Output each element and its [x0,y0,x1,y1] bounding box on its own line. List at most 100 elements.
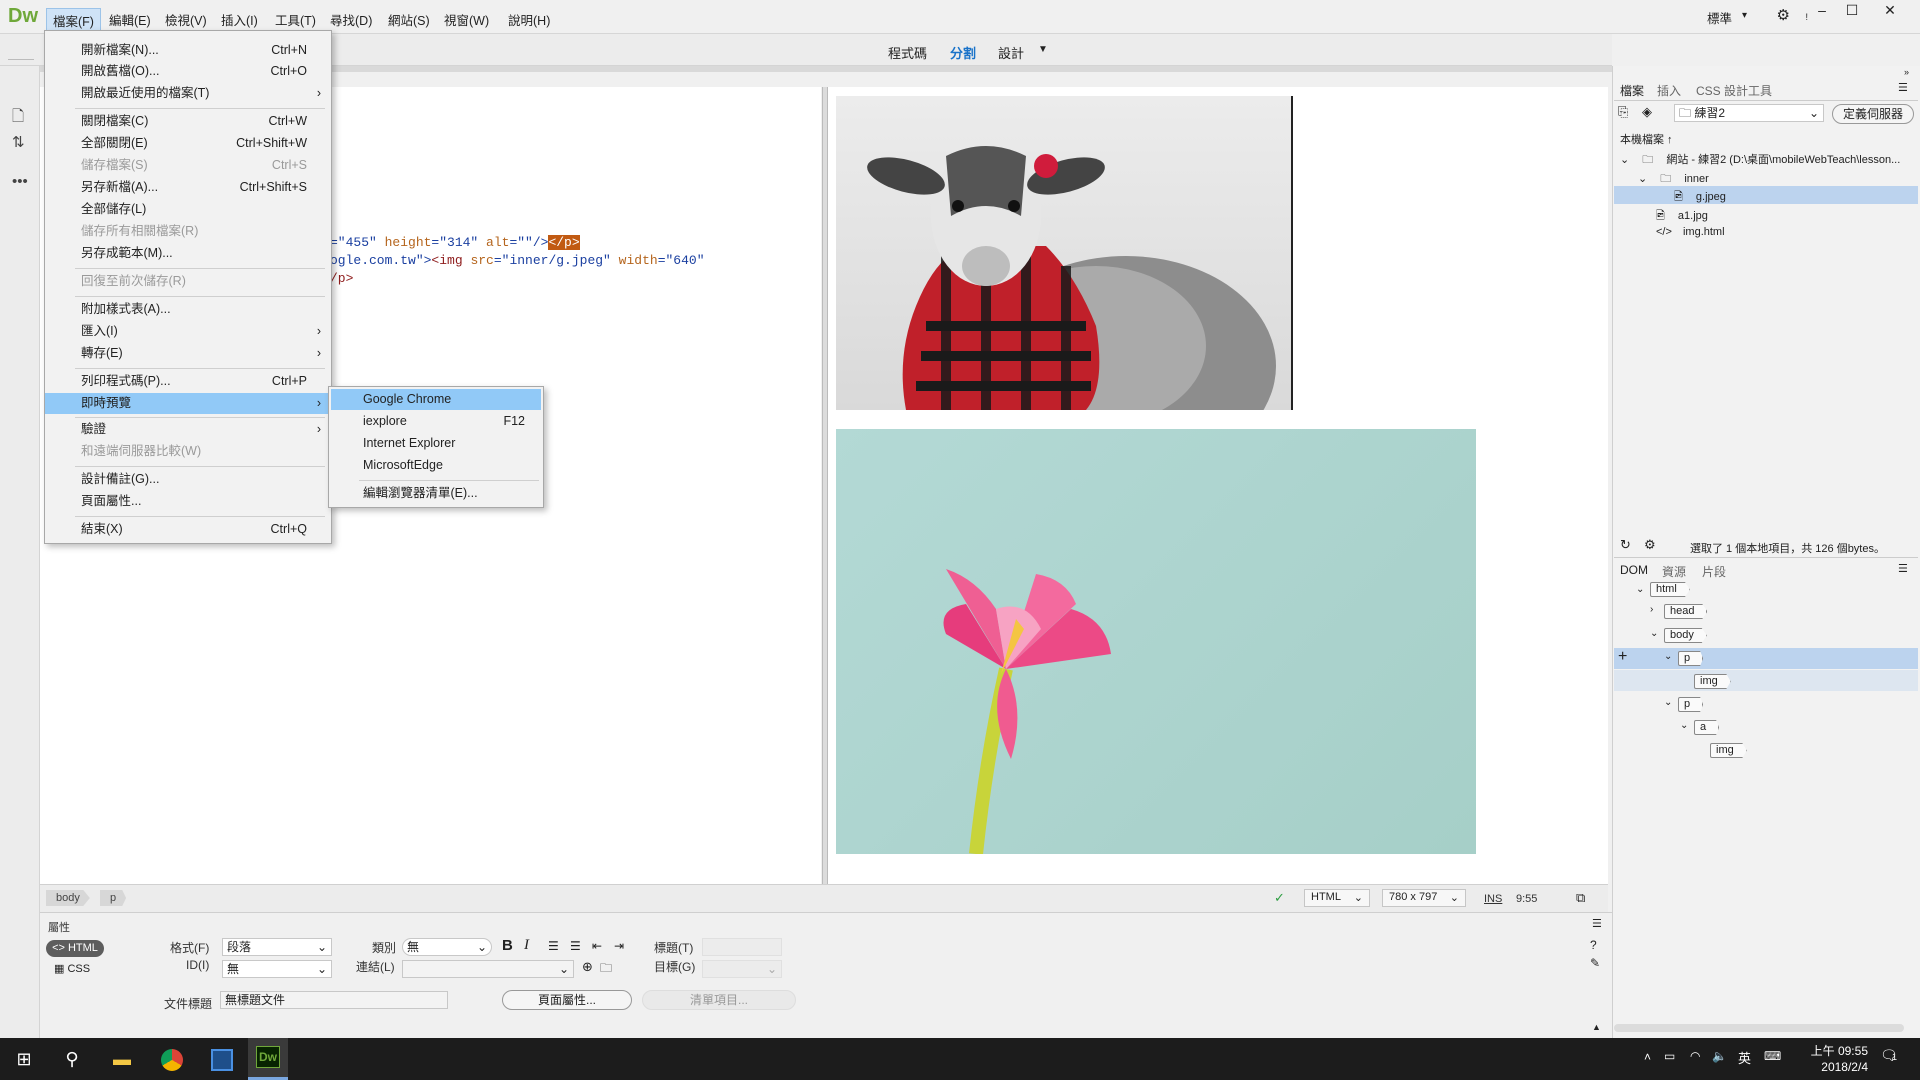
taskbar-clock[interactable]: 上午 09:55 2018/2/4 [1811,1043,1868,1075]
dom-node-p[interactable]: p [1678,697,1704,712]
document-type-select[interactable]: HTML ⌄ [1304,889,1370,907]
list-item-button[interactable]: 清單項目... [642,990,796,1010]
unordered-list-icon[interactable]: ☰ [548,939,559,953]
menu-item-close[interactable]: 關閉檔案(C) Ctrl+W [45,111,331,132]
wifi-icon[interactable]: ◠ [1690,1049,1700,1063]
menu-site[interactable]: 網站(S) [382,8,436,31]
heading-input[interactable] [702,938,782,956]
menu-help[interactable]: 說明(H) [502,8,556,31]
battery-icon[interactable]: ▭ [1664,1049,1675,1063]
workspace-switcher[interactable]: 標準 [1707,8,1732,27]
site-root-row[interactable]: ⌄ 🗀 網站 - 練習2 (D:\桌面\mobileWebTeach\lesso… [1620,151,1918,170]
menu-item-export[interactable]: 轉存(E) › [45,343,331,364]
search-icon[interactable]: ⚲ [52,1042,92,1076]
more-icon[interactable]: ••• [12,173,28,190]
class-select[interactable]: 無 ⌄ [402,938,492,956]
panel-menu-icon[interactable]: ☰ [1898,562,1908,575]
collapse-icon[interactable]: ⌄ [1664,697,1672,708]
connect-icon[interactable]: ⎘ [1618,104,1628,120]
code-line-3[interactable]: /p> [330,271,353,286]
tab-design[interactable]: 設計 [998,43,1024,62]
collapse-icon[interactable]: ⌄ [1680,720,1688,731]
collapse-icon[interactable]: ⌄ [1664,651,1672,662]
dom-node-head[interactable]: head [1664,604,1708,619]
window-size-select[interactable]: 780 x 797 ⌄ [1382,889,1466,907]
menu-item-import[interactable]: 匯入(I) › [45,321,331,342]
site-select[interactable]: 🗀 練習2 ⌄ [1674,104,1824,122]
sheep-image[interactable] [836,96,1293,410]
collapse-icon[interactable]: ⌄ [1636,584,1644,595]
html-mode-button[interactable]: <> HTML [46,940,104,957]
menu-item-realtime-preview[interactable]: 即時預覽 › [45,393,331,414]
quick-tag-editor-icon[interactable]: ✎ [1590,956,1600,970]
keyboard-icon[interactable]: ⌨ [1764,1049,1781,1063]
tab-split[interactable]: 分割 [950,43,976,62]
sync-icon[interactable]: ⚙ [1644,537,1656,553]
ordered-list-icon[interactable]: ☰ [570,939,581,953]
code-line-1[interactable]: ="455" height="314" alt=""/></p> [330,235,580,250]
id-select[interactable]: 無 ⌄ [222,960,332,978]
indent-icon[interactable]: ⇥ [614,939,624,953]
code-line-2[interactable]: ogle.com.tw"><img src="inner/g.jpeg" wid… [330,253,705,268]
minimize-icon[interactable]: – [1808,0,1836,22]
menu-item-compare-remote[interactable]: 和遠端伺服器比較(W) [45,441,331,462]
dom-node-body[interactable]: body [1664,628,1707,643]
menu-item-save-template[interactable]: 另存成範本(M)... [45,243,331,264]
local-files-header[interactable]: 本機檔案 ↑ [1620,131,1673,147]
menu-view[interactable]: 檢視(V) [159,8,213,31]
file-icon[interactable]: 🗋 [12,106,24,131]
tab-code[interactable]: 程式碼 [888,43,927,62]
submenu-item-internet-explorer[interactable]: Internet Explorer [331,433,541,454]
chevron-up-icon[interactable]: ˄ [1644,1050,1651,1064]
file-row-img-html[interactable]: </> img.html [1656,226,1725,238]
outdent-icon[interactable]: ⇤ [592,939,602,953]
menu-item-design-notes[interactable]: 設計備註(G)... [45,469,331,490]
dom-node-img[interactable]: img [1710,743,1747,758]
collapse-icon[interactable]: ⌄ [1650,628,1658,639]
tab-insert[interactable]: 插入 [1657,82,1681,99]
italic-button[interactable]: I [524,937,529,954]
menu-edit[interactable]: 編輯(E) [103,8,157,31]
help-icon[interactable]: ? [1590,938,1597,952]
app-icon[interactable] [202,1042,242,1076]
doc-title-input[interactable]: 無標題文件 [220,991,448,1009]
define-server-button[interactable]: 定義伺服器 [1832,104,1914,124]
collapse-up-icon[interactable]: ▲ [1592,1022,1601,1032]
volume-icon[interactable]: 🔈 [1712,1049,1727,1063]
ime-indicator[interactable]: 英 [1738,1048,1751,1067]
tab-files[interactable]: 檔案 [1620,82,1644,99]
tag-selector-p[interactable]: p [100,890,127,906]
tag-selector-body[interactable]: body [46,890,90,906]
file-row-a1[interactable]: 🖻 a1.jpg [1656,207,1708,226]
origami-lily-image[interactable] [836,429,1476,854]
file-explorer-icon[interactable]: ▬ [102,1042,142,1076]
menu-insert[interactable]: 插入(I) [215,8,264,31]
panel-menu-icon[interactable]: ☰ [1592,917,1602,930]
maximize-icon[interactable]: ☐ [1838,0,1866,22]
submenu-item-edge[interactable]: MicrosoftEdge [331,455,541,476]
tab-snippets[interactable]: 片段 [1702,563,1726,580]
horizontal-scrollbar[interactable] [1614,1024,1904,1032]
bold-button[interactable]: B [502,937,513,954]
page-properties-button[interactable]: 頁面屬性... [502,990,632,1010]
menu-item-new[interactable]: 開新檔案(N)... Ctrl+N [45,40,331,61]
menu-item-exit[interactable]: 結束(X) Ctrl+Q [45,519,331,540]
expand-icon[interactable]: › [1650,604,1653,615]
panel-menu-icon[interactable]: ☰ [1898,81,1908,94]
menu-find[interactable]: 尋找(D) [324,8,378,31]
dom-node-html[interactable]: html [1650,582,1690,597]
add-element-icon[interactable]: + [1618,648,1627,666]
format-select[interactable]: 段落 ⌄ [222,938,332,956]
dom-node-p[interactable]: p [1678,651,1704,666]
link-input[interactable]: ⌄ [402,960,574,978]
css-mode-button[interactable]: ▦ CSS [54,962,90,975]
menu-item-close-all[interactable]: 全部關閉(E) Ctrl+Shift+W [45,133,331,154]
insert-mode[interactable]: INS [1484,893,1502,905]
menu-window[interactable]: 視窗(W) [438,8,495,31]
close-icon[interactable]: ✕ [1876,0,1904,22]
refresh-icon[interactable]: ↻ [1620,537,1631,553]
submenu-item-iexplore[interactable]: iexplore F12 [331,411,541,432]
tab-css-designer[interactable]: CSS 設計工具 [1696,82,1772,99]
windows-start-icon[interactable]: ⊞ [4,1042,44,1076]
submenu-item-edit-browser-list[interactable]: 編輯瀏覽器清單(E)... [331,483,541,504]
